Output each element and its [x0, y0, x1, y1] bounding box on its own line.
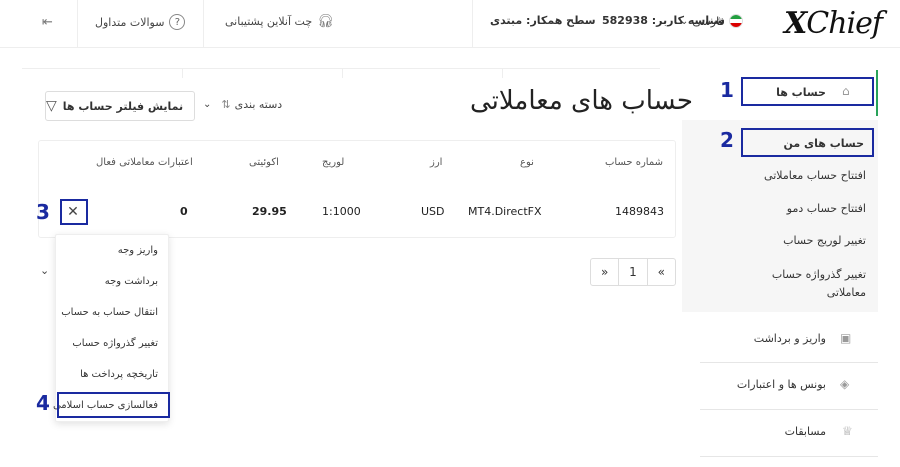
highlight-box-close	[60, 199, 88, 225]
chevron-down-icon[interactable]: ⌄	[40, 264, 49, 277]
pagination-prev[interactable]: «	[646, 259, 675, 285]
step-number-2: 2	[720, 128, 734, 152]
pagination: » 1 «	[590, 258, 676, 286]
trophy-icon: ♕	[842, 424, 853, 438]
step-number-1: 1	[720, 78, 734, 102]
faq-label: سوالات متداول	[95, 15, 165, 29]
top-header: XChief ⌄ فارسی شناسه کاربر: 582938 سطح ه…	[0, 0, 900, 48]
partner-level-label: سطح همکار: مبتدی	[490, 14, 596, 27]
header-divider	[77, 0, 78, 48]
header-divider	[472, 0, 473, 48]
gift-icon: ◈	[840, 377, 850, 391]
question-icon: ?	[169, 14, 186, 30]
summary-strip	[22, 68, 660, 78]
support-chat-link[interactable]: چت آنلاین پشتیبانی 🎧︎	[225, 14, 334, 29]
money-icon: ▣	[840, 331, 852, 345]
sidebar-item-change-leverage[interactable]: تغییر لوریج حساب	[783, 234, 866, 247]
sidebar-divider	[700, 362, 878, 363]
cell-type: MT4.DirectFX	[468, 205, 542, 218]
xchief-logo[interactable]: XChief	[784, 6, 883, 41]
sidebar-item-change-trading-password[interactable]: تغییر گذرواژه حساب معاملاتی	[766, 266, 866, 302]
sidebar-item-bonuses[interactable]: بونس ها و اعتبارات	[737, 378, 826, 391]
cell-active-credits: 0	[180, 205, 188, 218]
sidebar-divider	[700, 409, 878, 410]
highlight-box-accounts	[741, 77, 874, 106]
sidebar-item-deposit-withdraw[interactable]: واریز و برداشت	[754, 332, 826, 345]
sort-icon: ⇅	[221, 98, 231, 111]
cell-equity: 29.95	[252, 205, 287, 218]
chevron-down-icon: ⌄	[203, 99, 212, 110]
th-leverage: لوریج	[322, 157, 345, 168]
highlight-box-my-accounts	[741, 128, 874, 157]
sidebar-item-open-live-account[interactable]: افتتاح حساب معاملاتی	[764, 169, 866, 182]
menu-item-withdraw[interactable]: برداشت وجه	[105, 276, 158, 287]
th-type: نوع	[520, 157, 534, 168]
step-number-3: 3	[36, 200, 50, 224]
logout-icon[interactable]: ⇤	[42, 15, 53, 30]
page-title: حساب های معاملاتی	[470, 86, 693, 116]
cell-account-number: 1489843	[615, 205, 664, 218]
th-active-credits: اعتبارات معاملاتی فعال	[96, 157, 193, 168]
th-equity: اکوئیتی	[249, 157, 279, 168]
menu-item-change-password[interactable]: تغییر گذرواژه حساب	[72, 338, 158, 349]
step-number-4: 4	[36, 391, 50, 415]
user-id-label: شناسه کاربر: 582938	[602, 14, 725, 27]
pagination-next[interactable]: »	[591, 259, 618, 285]
th-currency: ارز	[430, 157, 443, 168]
cell-leverage: 1:1000	[322, 205, 361, 218]
cell-currency: USD	[421, 205, 445, 218]
faq-link[interactable]: سوالات متداول ?	[95, 14, 186, 30]
filter-accounts-button[interactable]: نمایش فیلتر حساب ها ▽	[45, 91, 195, 121]
funnel-icon: ▽	[46, 98, 57, 114]
menu-item-internal-transfer[interactable]: انتقال حساب به حساب	[61, 307, 158, 318]
accounts-table	[38, 140, 676, 238]
filter-button-label: نمایش فیلتر حساب ها	[62, 99, 184, 113]
support-chat-label: چت آنلاین پشتیبانی	[225, 15, 313, 28]
sidebar-divider	[700, 456, 878, 457]
header-divider	[203, 0, 204, 48]
sort-control[interactable]: دسته بندی ⇅ ⌄	[203, 98, 282, 111]
pagination-current-page[interactable]: 1	[618, 259, 646, 285]
active-indicator	[876, 70, 878, 116]
highlight-box-islamic	[57, 392, 170, 418]
headset-icon: 🎧︎	[317, 14, 334, 29]
strip-divider	[502, 68, 503, 78]
iran-flag-icon	[728, 14, 743, 28]
sort-label: دسته بندی	[234, 98, 283, 111]
strip-divider	[182, 68, 183, 78]
menu-item-deposit[interactable]: واریز وجه	[118, 245, 158, 256]
menu-item-payment-history[interactable]: تاریخچه پرداخت ها	[80, 369, 158, 380]
sidebar-item-open-demo-account[interactable]: افتتاح حساب دمو	[787, 202, 866, 215]
strip-divider	[342, 68, 343, 78]
sidebar-item-competitions[interactable]: مسابقات	[785, 425, 826, 438]
th-account-number: شماره حساب	[605, 157, 664, 168]
